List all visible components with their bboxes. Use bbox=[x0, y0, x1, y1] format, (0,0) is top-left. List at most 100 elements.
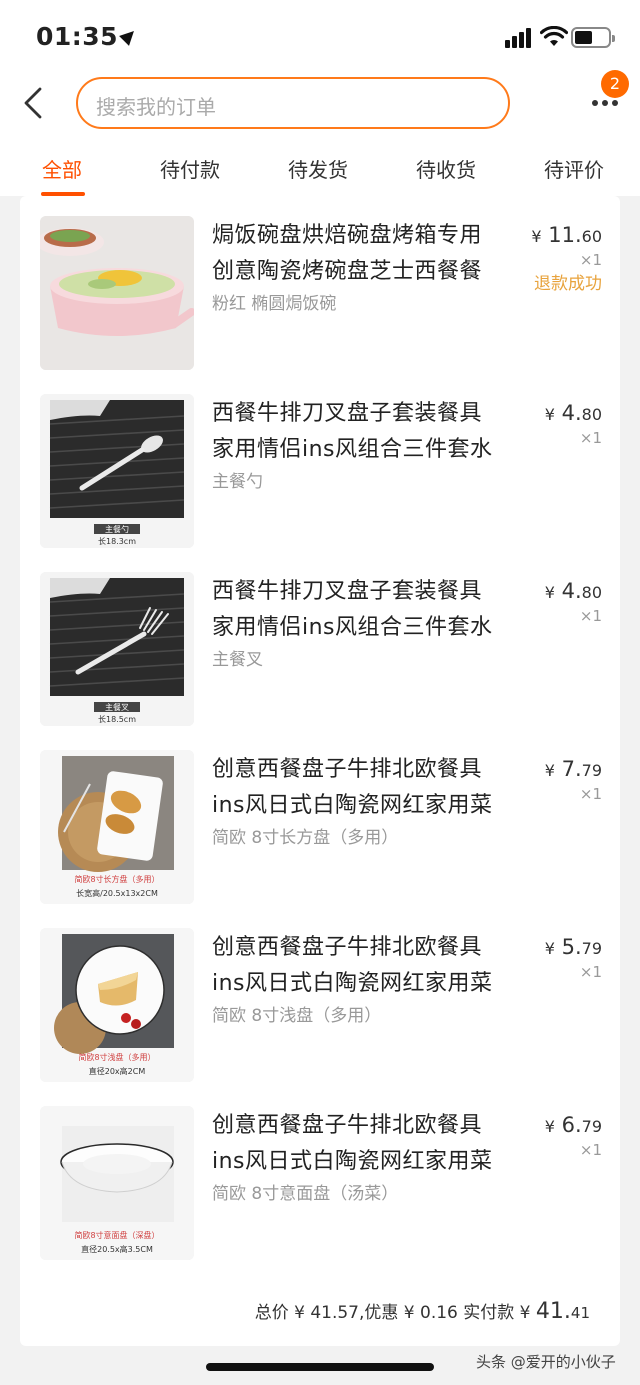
product-sku: 主餐叉 bbox=[212, 650, 263, 670]
product-title-line: 西餐牛排刀叉盘子套装餐具 bbox=[212, 579, 483, 604]
chevron-left-icon bbox=[24, 87, 42, 119]
product-quantity: ×1 bbox=[579, 429, 602, 447]
price-decimal: 80 bbox=[581, 405, 602, 424]
watermark: 头条 @爱开的小伙子 bbox=[476, 1353, 616, 1371]
paid-amount-decimal: 41 bbox=[570, 1304, 590, 1322]
location-arrow-icon bbox=[119, 26, 139, 46]
order-card[interactable]: 焗饭碗盘烘焙碗盘烤箱专用 创意陶瓷烤碗盘芝士西餐餐 粉红 椭圆焗饭碗 ¥ 11.… bbox=[20, 196, 620, 1346]
total-summary-text: 总价 ¥ 41.57,优惠 ¥ 0.16 实付款 ¥ bbox=[254, 1303, 536, 1323]
dot-icon bbox=[612, 100, 618, 106]
product-quantity: ×1 bbox=[579, 785, 602, 803]
tab-pending-review[interactable]: 待评价 bbox=[544, 154, 604, 183]
price-integer: 7. bbox=[561, 757, 582, 781]
tab-pending-receipt[interactable]: 待收货 bbox=[416, 154, 476, 183]
product-title-line: 创意陶瓷烤碗盘芝士西餐餐 bbox=[212, 259, 483, 284]
product-title-line: ins风日式白陶瓷网红家用菜 bbox=[212, 971, 493, 996]
currency-symbol: ¥ bbox=[544, 405, 555, 424]
currency-symbol: ¥ bbox=[544, 761, 555, 780]
product-title-line: 西餐牛排刀叉盘子套装餐具 bbox=[212, 401, 483, 426]
battery-icon bbox=[571, 27, 615, 48]
product-sku: 简欧 8寸长方盘（多用） bbox=[212, 828, 399, 848]
tab-pending-payment[interactable]: 待付款 bbox=[160, 154, 220, 183]
notification-badge: 2 bbox=[601, 70, 629, 98]
home-indicator[interactable] bbox=[206, 1363, 434, 1371]
thumb-caption: 主餐叉 bbox=[105, 702, 129, 712]
price-integer: 6. bbox=[561, 1113, 582, 1137]
price-decimal: 60 bbox=[581, 227, 602, 246]
paid-amount-integer: 41. bbox=[535, 1299, 571, 1324]
order-item[interactable]: 主餐叉 长18.5cm 西餐牛排刀叉盘子套装餐具 家用情侣ins风组合三件套水 … bbox=[20, 552, 620, 730]
product-title-line: 创意西餐盘子牛排北欧餐具 bbox=[212, 757, 483, 782]
refund-status[interactable]: 退款成功 bbox=[534, 269, 602, 294]
price-integer: 4. bbox=[561, 579, 582, 603]
currency-symbol: ¥ bbox=[544, 939, 555, 958]
thumb-caption: 长18.5cm bbox=[98, 714, 136, 724]
product-title-line: 家用情侣ins风组合三件套水 bbox=[212, 615, 493, 640]
product-image[interactable]: 简欧8寸长方盘（多用） 长宽高/20.5x13x2CM bbox=[40, 750, 194, 904]
product-title-line: ins风日式白陶瓷网红家用菜 bbox=[212, 793, 493, 818]
price-integer: 4. bbox=[561, 401, 582, 425]
product-quantity: ×1 bbox=[579, 607, 602, 625]
price-integer: 11. bbox=[548, 223, 582, 247]
thumb-caption: 主餐勺 bbox=[105, 524, 129, 534]
product-title[interactable]: 西餐牛排刀叉盘子套装餐具 家用情侣ins风组合三件套水 bbox=[212, 396, 512, 468]
currency-symbol: ¥ bbox=[544, 583, 555, 602]
thumb-caption: 简欧8寸长方盘（多用） bbox=[74, 874, 159, 884]
back-button[interactable] bbox=[20, 86, 50, 120]
product-title[interactable]: 创意西餐盘子牛排北欧餐具 ins风日式白陶瓷网红家用菜 bbox=[212, 930, 512, 1002]
product-price: ¥ 7.79 bbox=[545, 757, 602, 781]
price-decimal: 80 bbox=[581, 583, 602, 602]
currency-symbol: ¥ bbox=[544, 1117, 555, 1136]
product-sku: 粉红 椭圆焗饭碗 bbox=[212, 294, 337, 314]
product-image[interactable]: 简欧8寸浅盘（多用） 直径20x高2CM bbox=[40, 928, 194, 1082]
thumb-caption: 简欧8寸意面盘（深盘） bbox=[74, 1230, 159, 1240]
order-item[interactable]: 简欧8寸长方盘（多用） 长宽高/20.5x13x2CM 创意西餐盘子牛排北欧餐具… bbox=[20, 730, 620, 908]
product-price: ¥ 4.80 bbox=[545, 401, 602, 425]
product-title-line: 创意西餐盘子牛排北欧餐具 bbox=[212, 935, 483, 960]
thumb-caption: 简欧8寸浅盘（多用） bbox=[78, 1052, 155, 1062]
dot-icon bbox=[602, 100, 608, 106]
product-quantity: ×1 bbox=[579, 1141, 602, 1159]
thumb-caption: 直径20.5x高3.5CM bbox=[81, 1244, 153, 1254]
product-quantity: ×1 bbox=[579, 963, 602, 981]
product-title-line: 家用情侣ins风组合三件套水 bbox=[212, 437, 493, 462]
product-image[interactable]: 主餐勺 长18.3cm bbox=[40, 394, 194, 548]
product-title-line: ins风日式白陶瓷网红家用菜 bbox=[212, 1149, 493, 1174]
price-decimal: 79 bbox=[581, 939, 602, 958]
product-title-line: 焗饭碗盘烘焙碗盘烤箱专用 bbox=[212, 223, 483, 248]
thumb-caption: 直径20x高2CM bbox=[89, 1066, 146, 1076]
product-title[interactable]: 创意西餐盘子牛排北欧餐具 ins风日式白陶瓷网红家用菜 bbox=[212, 1108, 512, 1180]
order-item[interactable]: 简欧8寸浅盘（多用） 直径20x高2CM 创意西餐盘子牛排北欧餐具 ins风日式… bbox=[20, 908, 620, 1086]
product-image[interactable] bbox=[40, 216, 194, 370]
order-total: 总价 ¥ 41.57,优惠 ¥ 0.16 实付款 ¥ 41.41 bbox=[255, 1298, 590, 1324]
tab-pending-shipment[interactable]: 待发货 bbox=[288, 154, 348, 183]
status-time: 01:35 bbox=[36, 22, 139, 51]
product-image[interactable]: 主餐叉 长18.5cm bbox=[40, 572, 194, 726]
clock-text: 01:35 bbox=[36, 22, 119, 51]
product-title[interactable]: 焗饭碗盘烘焙碗盘烤箱专用 创意陶瓷烤碗盘芝士西餐餐 bbox=[212, 218, 512, 290]
price-decimal: 79 bbox=[581, 761, 602, 780]
search-input[interactable]: 搜索我的订单 bbox=[76, 77, 510, 129]
product-price: ¥ 4.80 bbox=[545, 579, 602, 603]
currency-symbol: ¥ bbox=[531, 227, 542, 246]
product-price: ¥ 5.79 bbox=[545, 935, 602, 959]
tab-all[interactable]: 全部 bbox=[42, 154, 82, 183]
product-title[interactable]: 创意西餐盘子牛排北欧餐具 ins风日式白陶瓷网红家用菜 bbox=[212, 752, 512, 824]
price-decimal: 79 bbox=[581, 1117, 602, 1136]
product-price: ¥ 11.60 bbox=[531, 223, 602, 247]
thumb-caption: 长宽高/20.5x13x2CM bbox=[76, 888, 158, 898]
status-bar: 01:35 bbox=[0, 0, 640, 70]
header: 搜索我的订单 2 bbox=[0, 70, 640, 138]
product-title[interactable]: 西餐牛排刀叉盘子套装餐具 家用情侣ins风组合三件套水 bbox=[212, 574, 512, 646]
product-sku: 简欧 8寸浅盘（多用） bbox=[212, 1006, 382, 1026]
product-image[interactable]: 简欧8寸意面盘（深盘） 直径20.5x高3.5CM bbox=[40, 1106, 194, 1260]
order-item[interactable]: 主餐勺 长18.3cm 西餐牛排刀叉盘子套装餐具 家用情侣ins风组合三件套水 … bbox=[20, 374, 620, 552]
dot-icon bbox=[592, 100, 598, 106]
order-item[interactable]: 简欧8寸意面盘（深盘） 直径20.5x高3.5CM 创意西餐盘子牛排北欧餐具 i… bbox=[20, 1086, 620, 1264]
product-quantity: ×1 bbox=[579, 251, 602, 269]
more-menu-button[interactable] bbox=[588, 94, 628, 114]
thumb-caption: 长18.3cm bbox=[98, 536, 136, 546]
cellular-signal-icon bbox=[505, 26, 535, 48]
order-tabs: 全部 待付款 待发货 待收货 待评价 bbox=[0, 138, 640, 196]
order-item[interactable]: 焗饭碗盘烘焙碗盘烤箱专用 创意陶瓷烤碗盘芝士西餐餐 粉红 椭圆焗饭碗 ¥ 11.… bbox=[20, 196, 620, 374]
